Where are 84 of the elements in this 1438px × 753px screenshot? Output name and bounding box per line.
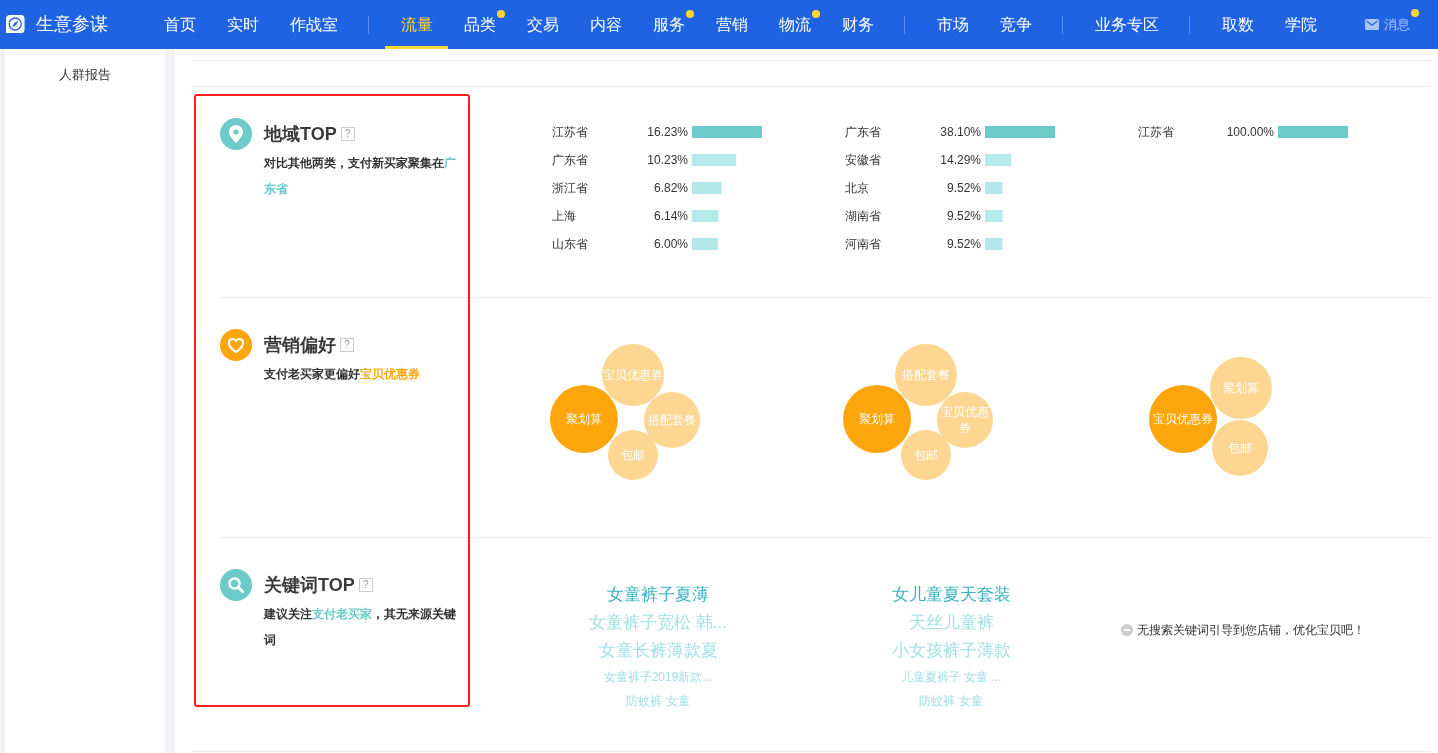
marketing-bubble: 搭配套餐 xyxy=(644,392,700,448)
region-name: 广东省 xyxy=(552,153,588,167)
help-mark[interactable]: ? xyxy=(340,338,354,352)
marketing-bubble: 宝贝优惠券 xyxy=(602,344,664,406)
region-percentage: 6.82% xyxy=(653,181,688,195)
keyword-text: 女童裤子宽松 韩... xyxy=(589,612,727,634)
section-summary: 对比其他两类，支付新买家聚集在广东省 xyxy=(264,155,457,198)
region-name: 北京 xyxy=(845,181,869,195)
percentage-bar xyxy=(692,182,722,194)
nav-tab[interactable]: 财务 xyxy=(826,0,889,49)
marketing-bubble: 宝贝优惠券 xyxy=(937,392,993,448)
nav-tab[interactable]: 作战室 xyxy=(274,0,353,49)
marketing-bubble: 包邮 xyxy=(608,430,658,480)
percentage-bar xyxy=(692,126,762,138)
nav-tab[interactable]: 取数 xyxy=(1206,0,1269,49)
marketing-bubble: 宝贝优惠券 xyxy=(1149,385,1217,453)
logo-text: 生意参谋 xyxy=(36,13,108,36)
help-mark[interactable]: ? xyxy=(340,127,355,141)
nav-tab[interactable]: 市场 xyxy=(921,0,984,49)
region-name: 安徽省 xyxy=(845,153,881,167)
region-name: 湖南省 xyxy=(845,209,881,223)
region-percentage: 16.23% xyxy=(647,125,688,139)
keyword-text: 女儿童夏天套装 xyxy=(891,584,1011,606)
region-percentage: 6.14% xyxy=(653,209,688,223)
nav-tab[interactable]: 交易 xyxy=(511,0,574,49)
region-name: 江苏省 xyxy=(1138,125,1174,139)
section-title: 地域TOP xyxy=(264,122,337,146)
region-percentage: 6.00% xyxy=(653,237,688,251)
percentage-bar xyxy=(692,238,718,250)
nav-tab[interactable]: 学院 xyxy=(1269,0,1332,49)
keyword-text: 女童裤子2019新款... xyxy=(603,669,713,686)
marketing-bubble: 搭配套餐 xyxy=(895,344,957,406)
region-percentage: 9.52% xyxy=(946,237,981,251)
nav-tab[interactable]: 业务专区 xyxy=(1079,0,1174,49)
region-percentage: 100.00% xyxy=(1226,125,1274,139)
percentage-bar xyxy=(985,210,1003,222)
section-title: 关键词TOP xyxy=(264,573,355,597)
region-name: 上海 xyxy=(552,209,576,223)
region-name: 江苏省 xyxy=(552,125,588,139)
keyword-text: 儿童夏裤子 女童 ... xyxy=(900,669,1002,686)
percentage-bar xyxy=(985,126,1055,138)
nav-tab[interactable]: 品类 xyxy=(448,0,511,49)
keyword-text: 防蚊裤 女童 xyxy=(919,693,983,710)
percentage-bar xyxy=(985,182,1003,194)
keyword-text: 女童长裤薄款夏 xyxy=(598,640,718,662)
marketing-bubble: 聚划算 xyxy=(843,385,911,453)
region-percentage: 14.29% xyxy=(940,153,981,167)
keyword-text: 防蚊裤 女童 xyxy=(626,693,690,710)
keyword-text: 女童裤子夏薄 xyxy=(607,584,709,606)
sidebar-item[interactable]: 人群报告 xyxy=(59,66,111,84)
percentage-bar xyxy=(985,238,1003,250)
region-name: 浙江省 xyxy=(552,181,588,195)
nav-tab[interactable]: 服务 xyxy=(637,0,700,49)
section-summary: 建议关注支付老买家，其无来源关键词 xyxy=(264,606,457,649)
keyword-text: 天丝儿童裤 xyxy=(908,612,994,634)
percentage-bar xyxy=(692,210,719,222)
region-percentage: 38.10% xyxy=(940,125,981,139)
marketing-bubble: 包邮 xyxy=(1212,420,1268,476)
marketing-bubble: 聚划算 xyxy=(550,385,618,453)
nav-tab[interactable]: 营销 xyxy=(700,0,763,49)
region-percentage: 9.52% xyxy=(946,209,981,223)
section-title: 营销偏好 xyxy=(264,333,336,357)
help-mark[interactable]: ? xyxy=(358,578,373,592)
section-summary: 支付老买家更偏好宝贝优惠券 xyxy=(264,366,421,383)
region-name: 河南省 xyxy=(845,237,881,251)
minus-circle-icon xyxy=(1121,624,1133,636)
compass-logo-icon xyxy=(5,14,25,35)
region-percentage: 9.52% xyxy=(946,181,981,195)
empty-keywords-message: 无搜索关键词引导到您店铺，优化宝贝吧！ xyxy=(1137,622,1365,639)
keyword-text: 小女孩裤子薄款 xyxy=(891,640,1011,662)
nav-tab[interactable]: 内容 xyxy=(574,0,637,49)
percentage-bar xyxy=(985,154,1012,166)
nav-tab[interactable]: 竞争 xyxy=(984,0,1047,49)
marketing-bubble: 包邮 xyxy=(901,430,951,480)
nav-tab[interactable]: 首页 xyxy=(148,0,211,49)
region-name: 山东省 xyxy=(552,237,588,251)
mail-icon xyxy=(1365,19,1379,30)
region-percentage: 10.23% xyxy=(647,153,688,167)
nav-tab[interactable]: 物流 xyxy=(763,0,826,49)
nav-tab[interactable]: 实时 xyxy=(211,0,274,49)
percentage-bar xyxy=(692,154,737,166)
region-name: 广东省 xyxy=(845,125,881,139)
percentage-bar xyxy=(1278,126,1348,138)
messages-link[interactable]: 消息 xyxy=(1365,14,1410,35)
